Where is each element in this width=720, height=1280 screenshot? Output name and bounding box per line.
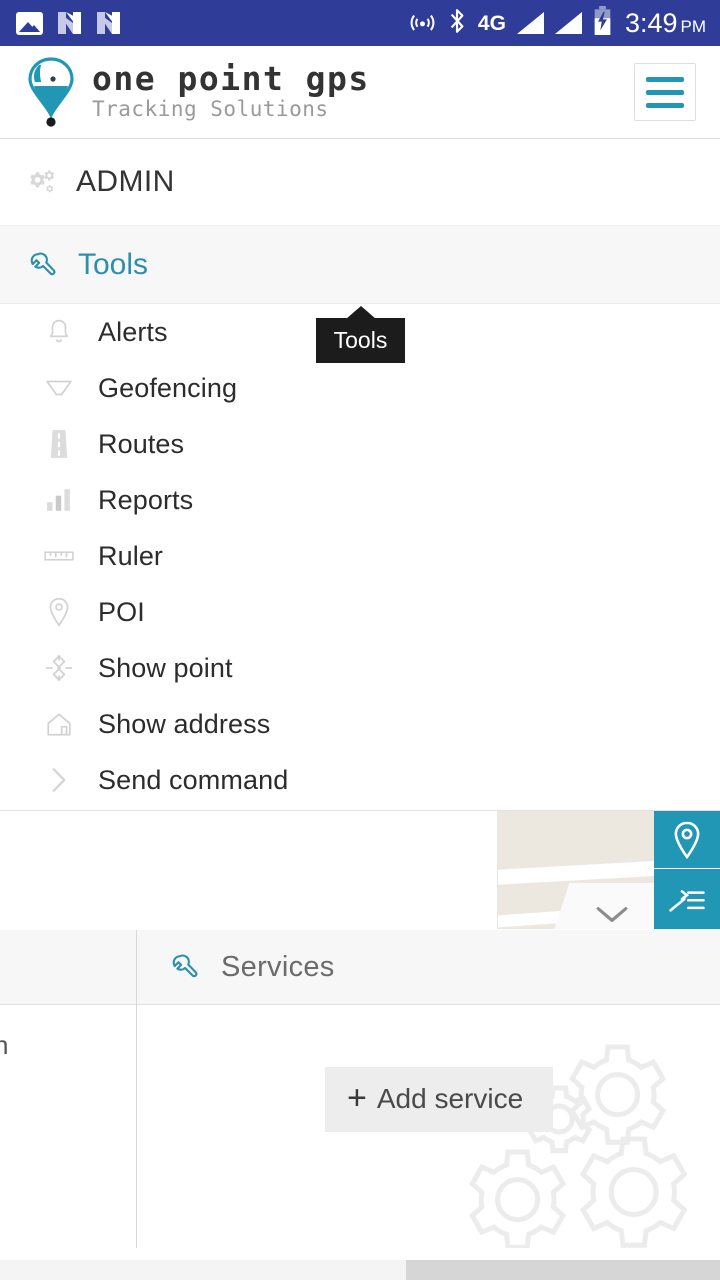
bar-chart-icon [44,485,74,515]
left-column-header [0,930,136,1005]
menu-item-routes[interactable]: Routes [0,416,720,472]
services-title: Services [221,950,335,983]
android-n-icon-svg [58,12,81,34]
services-body: + Add service [137,1005,720,1248]
geofence-icon [44,373,74,403]
tooltip-arrow [345,306,376,319]
brand-name: one point gps [92,58,370,98]
hamburger-bar [646,76,684,82]
hamburger-menu-icon[interactable] [634,63,696,121]
network-type-label: 4G [477,11,506,35]
hamburger-bar [646,89,684,95]
chevron-down-icon [596,907,628,922]
clock-time: 3:49 [624,7,678,38]
android-status-bar: 4G 3:49 PM [0,0,720,46]
chevron-right-icon [44,765,74,795]
menu-item-poi[interactable]: POI [0,584,720,640]
menu-item-show-point-label: Show point [98,652,233,683]
android-n-icon [96,10,121,36]
add-service-button[interactable]: + Add service [325,1067,554,1132]
signal-bar-icon [554,12,582,34]
menu-item-ruler[interactable]: Ruler [0,528,720,584]
map-marker-button[interactable] [654,811,720,868]
scrollbar-thumb[interactable] [406,1260,720,1280]
tooltip-tools: Tools [316,306,405,363]
android-n-icon-svg [97,12,120,34]
battery-charging-icon [593,6,612,40]
layers-list-icon [669,890,705,912]
menu-item-poi-label: POI [98,596,145,627]
menu-section-admin[interactable]: ADMIN [0,139,720,225]
app-header: one point gps Tracking Solutions [0,46,720,139]
brand-logo[interactable]: one point gps Tracking Solutions [22,56,370,128]
plus-icon: + [347,1079,367,1118]
bluetooth-icon [447,7,467,40]
map-pin-logo-icon [22,56,80,128]
hamburger-bar [646,102,684,108]
status-bar-clock: 3:49 PM [624,7,707,38]
road-icon [44,429,74,459]
menu-item-geofencing-label: Geofencing [98,372,238,403]
services-panel: Services + Add service [137,930,720,1248]
services-header: Services [137,930,720,1005]
horizontal-scrollbar[interactable] [0,1260,720,1280]
signal-bar-icon [516,12,544,34]
tooltip-label: Tools [333,327,388,353]
menu-item-geofencing[interactable]: Geofencing [0,360,720,416]
status-bar-left-icons [16,10,121,36]
brand-tagline: Tracking Solutions [92,97,329,122]
menu-item-send-command[interactable]: Send command [0,752,720,808]
menu-section-label: ADMIN [76,165,175,198]
wrench-icon [169,952,199,982]
cast-icon [409,7,436,39]
status-bar-right-icons: 4G 3:49 PM [409,6,706,40]
map-strip [0,811,720,929]
crosshair-icon [44,653,74,683]
brand-text: one point gps Tracking Solutions [92,58,370,123]
map-overlay-white [0,811,498,929]
menu-item-poi-ruler-label: Ruler [98,540,164,571]
ruler-icon [44,541,74,571]
map-button-divider [654,868,720,869]
collapse-panel-button[interactable] [591,899,633,929]
wrench-icon [27,250,57,280]
menu-item-tools[interactable]: Tools [0,225,720,304]
clock-period: PM [680,16,707,36]
menu-item-show-address-label: Show address [98,708,271,739]
android-n-icon [57,10,82,36]
menu-item-send-command-label: Send command [98,764,289,795]
map-marker-icon [44,597,74,627]
menu-item-show-address[interactable]: Show address [0,696,720,752]
menu-item-tools-label: Tools [78,247,149,281]
menu-item-show-point[interactable]: Show point [0,640,720,696]
gears-icon [26,167,56,197]
app-root: 4G 3:49 PM one point gps Tracking Soluti… [0,0,720,1280]
left-column-clipped-text: n [0,1030,9,1060]
menu-item-alerts-label: Alerts [98,316,168,347]
add-service-label: Add service [376,1083,524,1114]
home-icon [44,709,74,739]
admin-menu-panel: ADMIN Tools Alerts Geofencing Routes Rep… [0,139,720,811]
photo-icon [16,11,43,35]
map-layers-button[interactable] [654,869,720,929]
menu-item-reports[interactable]: Reports [0,472,720,528]
map-marker-icon [674,821,700,859]
left-side-column: n [0,930,137,1248]
bell-icon [44,317,74,347]
menu-item-routes-label: Routes [98,428,185,459]
menu-item-reports-label: Reports [98,484,194,515]
lower-panels: n Services + Add service [0,930,720,1280]
